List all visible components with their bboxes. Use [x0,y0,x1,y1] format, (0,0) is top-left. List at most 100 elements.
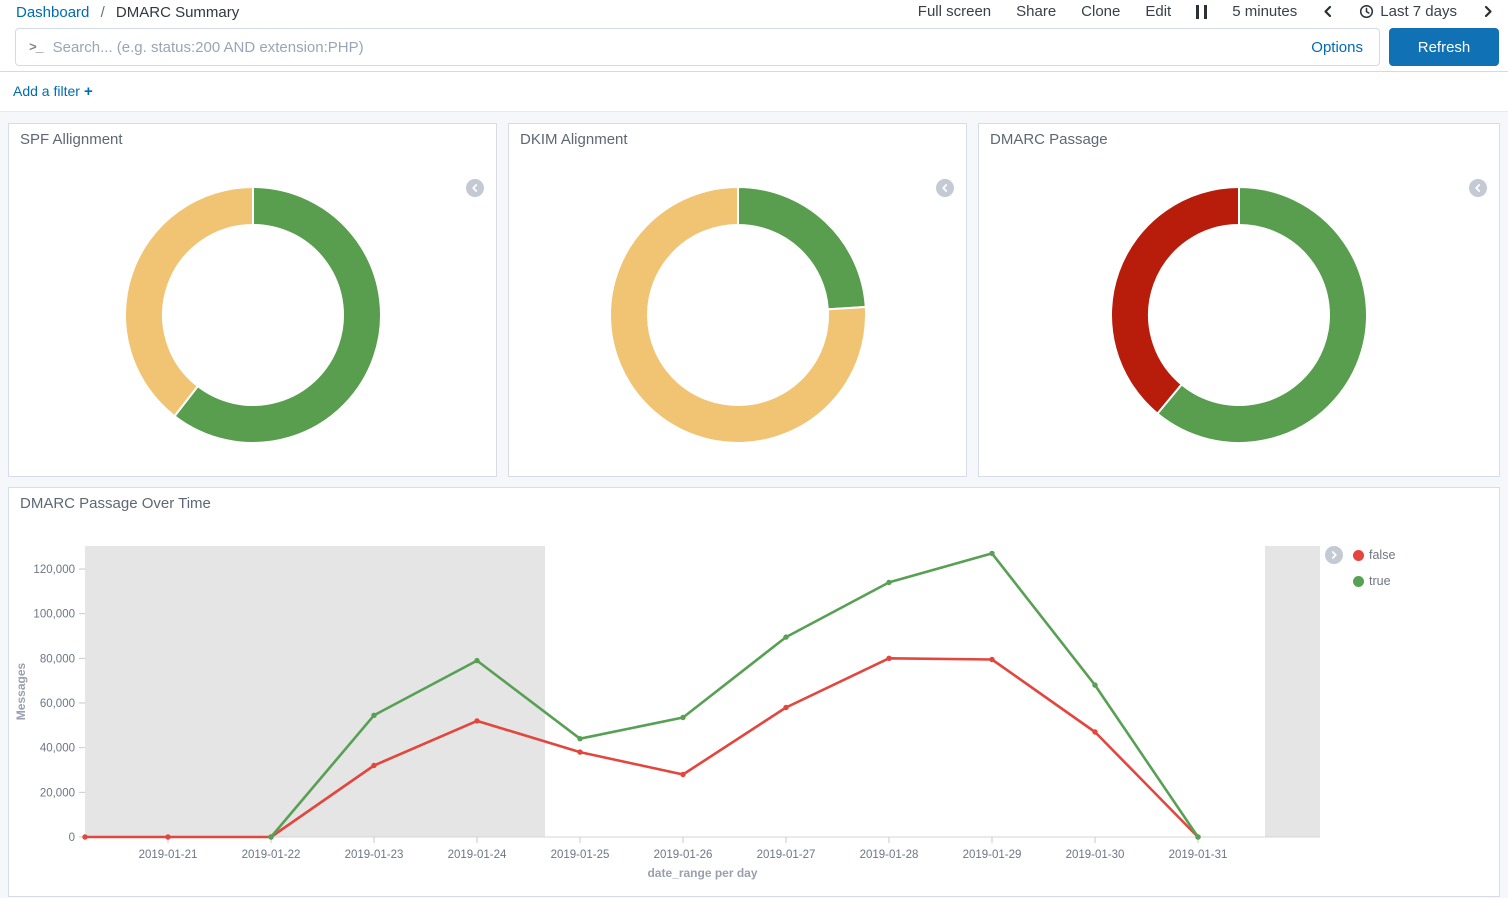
pause-autorefresh-icon[interactable] [1196,5,1207,19]
plus-icon: + [84,83,93,100]
top-navigation-bar: Dashboard / DMARC Summary Full screen Sh… [0,0,1508,27]
menu-item-full-screen[interactable]: Full screen [918,3,991,20]
legend-item-false[interactable]: false [1369,548,1395,562]
data-point-false[interactable] [1092,729,1097,734]
menu-item-edit[interactable]: Edit [1145,3,1171,20]
donut-chart-dkim [509,185,966,445]
data-point-true[interactable] [783,634,788,639]
data-point-true[interactable] [577,736,582,741]
legend-dot-true [1353,576,1364,587]
legend-dot-false [1353,550,1364,561]
data-point-true[interactable] [989,551,994,556]
time-range-previous-button[interactable] [1322,5,1334,18]
legend-toggle-button[interactable] [1325,546,1343,564]
y-axis-tick-label: 20,000 [40,787,75,799]
data-point-true[interactable] [1195,834,1200,839]
y-axis-tick-label: 60,000 [40,698,75,710]
x-axis-tick-label: 2019-01-27 [757,849,816,861]
panel-title-dmarc: DMARC Passage [979,124,1499,152]
query-prompt-icon: >_ [29,40,43,55]
query-options-link[interactable]: Options [1311,39,1363,56]
panel-spf-alignment: SPF Allignment [8,123,497,477]
panel-dmarc-over-time: DMARC Passage Over Time 2019-01-212019-0… [8,487,1500,897]
x-axis-tick-label: 2019-01-26 [654,849,713,861]
y-axis-title: Messages [14,662,28,720]
panel-dkim-alignment: DKIM Alignment [508,123,967,477]
add-filter-label: Add a filter [13,83,80,99]
dashboard-grid: SPF Allignment DKIM Alignment DMARC Pass… [0,112,1508,898]
y-axis-tick-label: 0 [69,832,75,844]
data-point-false[interactable] [371,763,376,768]
menu-item-clone[interactable]: Clone [1081,3,1120,20]
data-point-true[interactable] [268,834,273,839]
x-axis-tick-label: 2019-01-24 [448,849,507,861]
time-range-label: Last 7 days [1380,3,1457,20]
x-axis-tick-label: 2019-01-22 [242,849,301,861]
chevron-right-icon [1329,550,1339,560]
query-bar: >_ Options Refresh [0,27,1508,72]
x-axis-tick-label: 2019-01-25 [551,849,610,861]
donut-chart-dmarc [979,185,1499,445]
page-title: DMARC Summary [116,4,239,21]
data-point-false[interactable] [82,834,87,839]
top-menu: Full screen Share Clone Edit 5 minutes L… [918,3,1494,20]
y-axis-tick-label: 120,000 [33,564,75,576]
breadcrumb-separator: / [101,4,105,21]
data-point-true[interactable] [1092,682,1097,687]
clock-icon [1359,4,1374,19]
panel-title-spf: SPF Allignment [9,124,496,152]
panel-title-dkim: DKIM Alignment [509,124,966,152]
data-point-true[interactable] [680,715,685,720]
legend-toggle-button[interactable] [466,179,484,197]
panel-dmarc-passage: DMARC Passage [978,123,1500,477]
menu-item-share[interactable]: Share [1016,3,1056,20]
refresh-interval-button[interactable]: 5 minutes [1232,3,1297,20]
breadcrumb: Dashboard / DMARC Summary [16,4,239,21]
donut-segment-green[interactable] [738,187,866,309]
chart-legend: false true [1325,542,1395,594]
breadcrumb-dashboard-link[interactable]: Dashboard [16,4,89,21]
donut-chart-spf [9,185,496,445]
donut-segment-red[interactable] [1111,187,1239,414]
data-point-true[interactable] [886,580,891,585]
search-input[interactable] [53,39,1296,56]
x-axis-tick-label: 2019-01-31 [1169,849,1228,861]
add-filter-button[interactable]: Add a filter+ [13,83,93,100]
legend-toggle-button[interactable] [1469,179,1487,197]
chevron-left-icon [1322,5,1334,18]
x-axis-tick-label: 2019-01-29 [963,849,1022,861]
y-axis-tick-label: 100,000 [33,609,75,621]
data-point-false[interactable] [783,705,788,710]
chevron-left-icon [1473,183,1483,193]
x-axis-tick-label: 2019-01-30 [1066,849,1125,861]
x-axis-tick-label: 2019-01-21 [139,849,198,861]
legend-item-true[interactable]: true [1369,574,1391,588]
data-point-false[interactable] [474,718,479,723]
data-point-false[interactable] [680,772,685,777]
data-point-false[interactable] [165,834,170,839]
y-axis-tick-label: 80,000 [40,653,75,665]
x-axis-title: date_range per day [647,866,757,880]
data-point-true[interactable] [371,713,376,718]
data-point-false[interactable] [989,657,994,662]
x-axis-tick-label: 2019-01-23 [345,849,404,861]
chevron-left-icon [940,183,950,193]
y-axis-tick-label: 40,000 [40,743,75,755]
time-range-next-button[interactable] [1482,5,1494,18]
time-range-picker[interactable]: Last 7 days [1359,3,1457,20]
data-point-true[interactable] [474,658,479,663]
chevron-left-icon [470,183,480,193]
data-point-false[interactable] [577,749,582,754]
donut-segment-yellow[interactable] [125,187,253,416]
panel-title-dmarc-over-time: DMARC Passage Over Time [9,488,1499,516]
refresh-button[interactable]: Refresh [1389,28,1499,66]
data-point-false[interactable] [886,656,891,661]
partial-bucket-zone-right [1265,546,1320,837]
chevron-right-icon [1482,5,1494,18]
line-chart: 2019-01-21 2019-01-22 2019-01-23 2019-01-24… [9,518,1499,897]
legend-toggle-button[interactable] [936,179,954,197]
x-axis-tick-label: 2019-01-28 [860,849,919,861]
search-box: >_ Options [15,28,1380,66]
filter-bar: Add a filter+ [0,72,1508,112]
partial-bucket-zone-left [85,546,545,837]
